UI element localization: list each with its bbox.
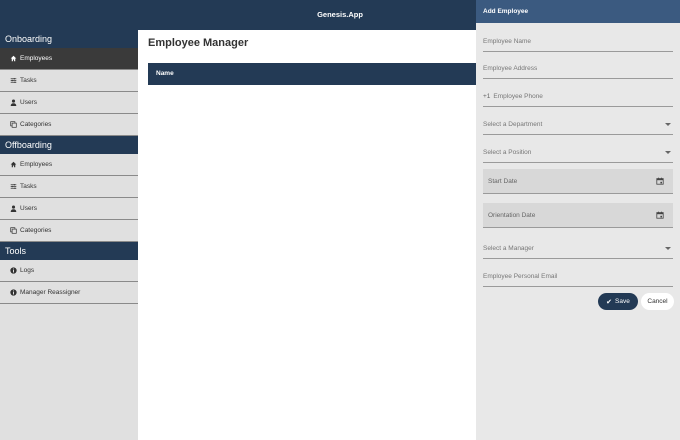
info-icon (7, 289, 19, 296)
employee-name-placeholder: Employee Name (483, 38, 532, 45)
sidebar-item-label: Users (20, 99, 37, 106)
sidebar-item-label: Manager Reassigner (20, 289, 81, 296)
sidebar-item-label: Categories (20, 227, 52, 234)
position-placeholder: Select a Position (483, 149, 532, 156)
department-select[interactable]: Select a Department (483, 118, 673, 135)
chevron-down-icon (665, 123, 671, 126)
start-date-field[interactable]: Start Date (483, 169, 673, 194)
position-select[interactable]: Select a Position (483, 146, 673, 163)
employee-address-placeholder: Employee Address (483, 65, 538, 72)
page-title: Employee Manager (148, 37, 249, 49)
user-icon (7, 205, 19, 212)
cancel-button[interactable]: Cancel (641, 293, 674, 310)
copy-icon (7, 121, 19, 128)
main-content: Employee Manager Name (138, 30, 478, 440)
orientation-date-placeholder: Orientation Date (488, 212, 536, 219)
sidebar-item-offboarding-tasks[interactable]: Tasks (0, 176, 138, 198)
section-header-offboarding: Offboarding (0, 136, 138, 154)
copy-icon (7, 227, 19, 234)
employee-phone-placeholder: Employee Phone (493, 93, 543, 100)
sidebar-item-onboarding-categories[interactable]: Categories (0, 114, 138, 136)
manager-select[interactable]: Select a Manager (483, 242, 673, 259)
sidebar-item-label: Employees (20, 161, 53, 168)
section-header-onboarding: Onboarding (0, 30, 138, 48)
employee-address-field[interactable]: Employee Address (483, 62, 673, 79)
sidebar-item-onboarding-tasks[interactable]: Tasks (0, 70, 138, 92)
sidebar-item-label: Categories (20, 121, 52, 128)
add-employee-panel: Add Employee Employee Name Employee Addr… (476, 0, 680, 440)
personal-email-field[interactable]: Employee Personal Email (483, 270, 673, 287)
chevron-down-icon (665, 151, 671, 154)
sidebar-item-label: Tasks (20, 77, 37, 84)
home-icon (7, 55, 19, 62)
save-label: Save (615, 298, 630, 305)
manager-placeholder: Select a Manager (483, 245, 534, 252)
sidebar-item-logs[interactable]: Logs (0, 260, 138, 282)
sidebar-item-onboarding-users[interactable]: Users (0, 92, 138, 114)
save-button[interactable]: ✔ Save (598, 293, 638, 310)
panel-title: Add Employee (476, 0, 680, 23)
chevron-down-icon (665, 247, 671, 250)
sliders-icon (7, 183, 19, 190)
sidebar-item-onboarding-employees[interactable]: Employees (0, 48, 138, 70)
sidebar-item-offboarding-users[interactable]: Users (0, 198, 138, 220)
start-date-placeholder: Start Date (488, 178, 518, 185)
table-header-name[interactable]: Name (148, 63, 478, 85)
sidebar-item-label: Tasks (20, 183, 37, 190)
calendar-icon[interactable] (656, 177, 664, 185)
sliders-icon (7, 77, 19, 84)
sidebar-item-label: Users (20, 205, 37, 212)
sidebar: Onboarding Employees Tasks Users Categor… (0, 30, 138, 440)
department-placeholder: Select a Department (483, 121, 543, 128)
employee-phone-field[interactable]: +1 Employee Phone (483, 90, 673, 107)
employee-name-field[interactable]: Employee Name (483, 35, 673, 52)
sidebar-item-manager-reassigner[interactable]: Manager Reassigner (0, 282, 138, 304)
user-icon (7, 99, 19, 106)
cancel-label: Cancel (647, 298, 668, 305)
section-header-tools: Tools (0, 242, 138, 260)
orientation-date-field[interactable]: Orientation Date (483, 203, 673, 228)
home-icon (7, 161, 19, 168)
sidebar-item-offboarding-categories[interactable]: Categories (0, 220, 138, 242)
phone-prefix: +1 (483, 93, 491, 100)
sidebar-item-label: Logs (20, 267, 35, 274)
sidebar-item-offboarding-employees[interactable]: Employees (0, 154, 138, 176)
personal-email-placeholder: Employee Personal Email (483, 273, 558, 280)
check-icon: ✔ (606, 298, 613, 306)
info-icon (7, 267, 19, 274)
sidebar-item-label: Employees (20, 55, 53, 62)
calendar-icon[interactable] (656, 211, 664, 219)
